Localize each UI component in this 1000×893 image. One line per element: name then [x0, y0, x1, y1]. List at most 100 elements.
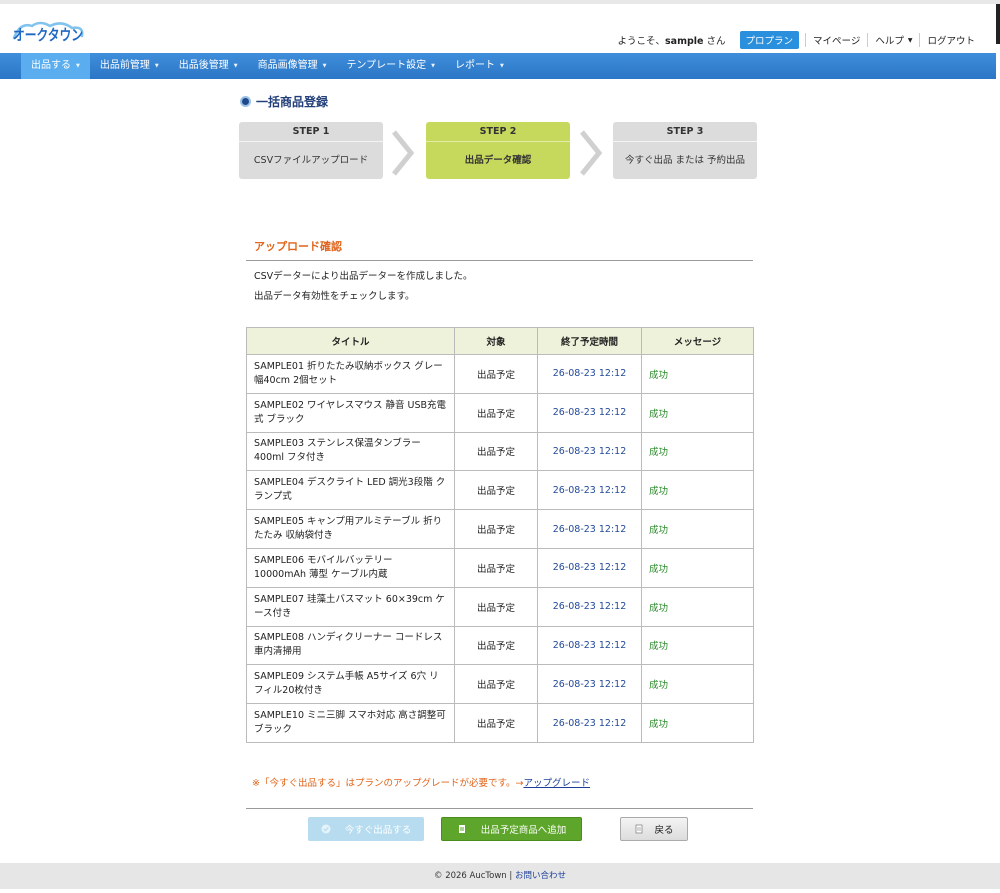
item-target: 出品予定	[454, 509, 538, 549]
step-1: STEP 1 CSVファイルアップロード	[239, 122, 383, 179]
table-row: SAMPLE07 珪藻土バスマット 60×39cm ケース付き 出品予定 26-08…	[246, 586, 754, 627]
nav-item-images[interactable]: 商品画像管理 ▼	[248, 53, 337, 79]
chevron-down-icon: ▼	[500, 63, 504, 69]
item-title: SAMPLE02 ワイヤレスマウス 静音 USB充電式 ブラック	[246, 392, 455, 433]
welcome-text: ようこそ、sample さん	[617, 36, 726, 47]
table-header-row: タイトル 対象 終了予定時間 メッセージ	[246, 327, 754, 355]
item-target: 出品予定	[454, 354, 538, 394]
page-title: 一括商品登録	[240, 93, 328, 110]
back-button[interactable]: 戻る	[620, 817, 688, 841]
list-now-button[interactable]: 今すぐ出品する	[308, 817, 424, 841]
copyright: © 2026 AucTown |	[434, 871, 515, 881]
item-end-time: 26-08-23 12:12	[537, 431, 642, 472]
note-text: 「今すぐ出品する」はプランのアップグレードが必要です。→	[259, 778, 524, 789]
column-header-title: タイトル	[246, 327, 455, 355]
step-2: STEP 2 出品データ確認	[426, 122, 570, 179]
document-icon	[458, 825, 465, 833]
item-end-time: 26-08-23 12:12	[537, 547, 642, 588]
item-target: 出品予定	[454, 470, 538, 511]
item-title: SAMPLE10 ミニ三脚 スマホ対応 高さ調整可 ブラック	[246, 703, 455, 743]
contact-link[interactable]: お問い合わせ	[515, 871, 566, 881]
item-message: 成功	[641, 703, 754, 743]
username: sample	[665, 36, 704, 47]
item-target: 出品予定	[454, 586, 538, 627]
logo-text: オークタウン	[13, 26, 83, 44]
item-target: 出品予定	[454, 547, 538, 588]
step-3: STEP 3 今すぐ出品 または 予約出品	[613, 122, 757, 179]
nav-item-templates[interactable]: テンプレート設定 ▼	[336, 53, 445, 79]
user-area: ようこそ、sample さん プロプラン マイページ ヘルプ ▼ ログアウト	[618, 31, 983, 49]
add-to-scheduled-button[interactable]: 出品予定商品へ追加	[441, 817, 582, 841]
table-row: SAMPLE08 ハンディクリーナー コードレス 車内清掃用 出品予定 26-08-…	[246, 625, 754, 666]
check-circle-icon	[321, 824, 331, 834]
description-line-2: 出品データ有効性をチェックします。	[254, 291, 415, 302]
item-message: 成功	[641, 586, 754, 627]
footer: © 2026 AucTown | お問い合わせ	[0, 863, 1000, 889]
item-target: 出品予定	[454, 625, 538, 666]
divider	[246, 260, 753, 261]
top-border	[0, 0, 1000, 4]
step-2-description: 出品データ確認	[464, 155, 532, 166]
item-message: 成功	[641, 431, 754, 472]
item-title: SAMPLE05 キャンプ用アルミテーブル 折りたたみ 収納袋付き	[246, 509, 455, 549]
item-title: SAMPLE09 システム手帳 A5サイズ 6穴 リフィル20枚付き	[246, 664, 455, 705]
table-row: SAMPLE03 ステンレス保温タンブラー 400ml フタ付き 出品予定 26-0…	[246, 431, 754, 472]
nav-item-pre-listing[interactable]: 出品前管理 ▼	[90, 53, 169, 79]
item-message: 成功	[641, 470, 754, 511]
chevron-down-icon: ▼	[907, 36, 913, 44]
chevron-down-icon: ▼	[322, 63, 327, 69]
item-message: 成功	[641, 392, 754, 433]
item-end-time: 26-08-23 12:12	[537, 625, 642, 666]
item-end-time: 26-08-23 12:12	[537, 392, 642, 433]
document-icon	[636, 824, 643, 834]
chevron-right-icon	[392, 130, 415, 176]
help-menu[interactable]: ヘルプ ▼	[867, 33, 919, 47]
title-bullet-icon	[240, 96, 251, 107]
item-end-time: 26-08-23 12:12	[537, 586, 642, 627]
table-row: SAMPLE01 折りたたみ収納ボックス グレー 幅40cm 2個セット 出品予定…	[246, 354, 754, 394]
nav-item-post-listing[interactable]: 出品後管理 ▼	[169, 53, 248, 79]
nav-item-reports[interactable]: レポート ▼	[445, 53, 514, 79]
section-title: アップロード確認	[254, 240, 342, 253]
column-header-target: 対象	[454, 327, 538, 355]
upgrade-link[interactable]: アップグレード	[523, 778, 590, 789]
logout-link[interactable]: ログアウト	[919, 33, 982, 47]
item-end-time: 26-08-23 12:12	[537, 354, 642, 394]
item-target: 出品予定	[454, 664, 538, 705]
item-end-time: 26-08-23 12:12	[537, 664, 642, 705]
plan-badge[interactable]: プロプラン	[739, 31, 800, 49]
chevron-down-icon: ▼	[431, 63, 435, 69]
table-row: SAMPLE05 キャンプ用アルミテーブル 折りたたみ 収納袋付き 出品予定 26-…	[246, 509, 754, 549]
step-1-label: STEP 1	[239, 122, 383, 142]
table-row: SAMPLE06 モバイルバッテリー 10000mAh 薄型 ケーブル内蔵 出品予…	[246, 547, 754, 588]
note-mark: ※	[252, 778, 260, 789]
item-message: 成功	[641, 664, 754, 705]
item-title: SAMPLE06 モバイルバッテリー 10000mAh 薄型 ケーブル内蔵	[246, 547, 455, 588]
chevron-down-icon: ▼	[76, 63, 80, 69]
nav-item-listing[interactable]: 出品する ▼	[21, 53, 90, 79]
column-header-message: メッセージ	[641, 327, 754, 355]
main-nav: 出品する ▼ 出品前管理 ▼ 出品後管理 ▼ 商品画像管理 ▼ テンプレート設定 ▼ レポ…	[0, 53, 996, 79]
item-target: 出品予定	[454, 703, 538, 743]
result-table: タイトル 対象 終了予定時間 メッセージ SAMPLE01 折りたたみ収納ボック…	[246, 327, 754, 743]
item-target: 出品予定	[454, 431, 538, 472]
table-row: SAMPLE10 ミニ三脚 スマホ対応 高さ調整可 ブラック 出品予定 26-08-…	[246, 703, 754, 743]
upgrade-note: ※「今すぐ出品する」はプランのアップグレードが必要です。→アップグレード	[252, 775, 590, 789]
chevron-down-icon: ▼	[233, 63, 238, 69]
column-header-end-time: 終了予定時間	[537, 327, 642, 355]
item-title: SAMPLE01 折りたたみ収納ボックス グレー 幅40cm 2個セット	[246, 354, 455, 394]
item-title: SAMPLE07 珪藻土バスマット 60×39cm ケース付き	[246, 586, 455, 627]
step-3-description: 今すぐ出品 または 予約出品	[624, 155, 746, 166]
item-message: 成功	[641, 509, 754, 549]
table-row: SAMPLE02 ワイヤレスマウス 静音 USB充電式 ブラック 出品予定 26-0…	[246, 392, 754, 433]
item-title: SAMPLE03 ステンレス保温タンブラー 400ml フタ付き	[246, 431, 455, 472]
item-end-time: 26-08-23 12:12	[537, 470, 642, 511]
step-1-description: CSVファイルアップロード	[253, 155, 369, 166]
item-message: 成功	[641, 354, 754, 394]
item-title: SAMPLE04 デスクライト LED 調光3段階 クランプ式	[246, 470, 455, 511]
table-row: SAMPLE09 システム手帳 A5サイズ 6穴 リフィル20枚付き 出品予定 26…	[246, 664, 754, 705]
auctown-logo[interactable]: オークタウン	[10, 18, 90, 46]
item-end-time: 26-08-23 12:12	[537, 703, 642, 743]
mypage-link[interactable]: マイページ	[805, 33, 867, 47]
chevron-down-icon: ▼	[154, 63, 159, 69]
